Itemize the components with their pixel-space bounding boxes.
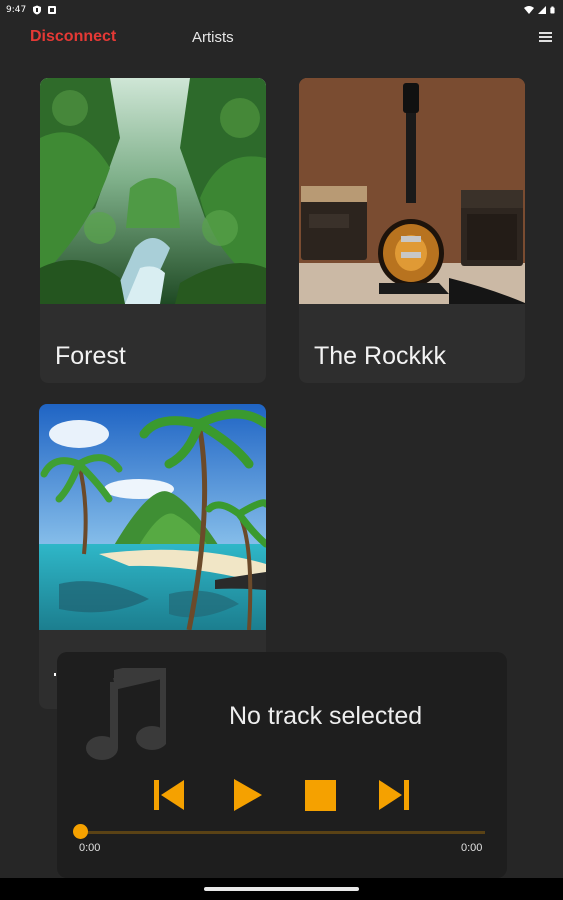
status-notification-icons: [32, 5, 57, 15]
progress-slider-track[interactable]: [81, 831, 485, 834]
home-gesture-handle[interactable]: [204, 887, 359, 891]
disconnect-button[interactable]: Disconnect: [30, 28, 116, 46]
shield-icon: [33, 5, 42, 15]
app-screen: 9:47 Disconnect Artists Forest The Rockk…: [0, 0, 563, 900]
stop-button[interactable]: [303, 776, 339, 814]
artists-tab[interactable]: Artists: [192, 29, 234, 46]
skip-previous-button[interactable]: [151, 776, 187, 814]
tropical-island-beach-artwork: [39, 404, 266, 630]
total-time: 0:00: [461, 842, 483, 854]
progress-slider-thumb[interactable]: [73, 824, 88, 839]
media-player-panel: No track selected 0:00 0:00: [57, 652, 507, 878]
status-system-icons: [524, 5, 557, 15]
top-app-bar: Disconnect Artists: [0, 20, 563, 56]
skip-next-button[interactable]: [376, 776, 412, 814]
music-note-icon: [86, 668, 166, 760]
wifi-icon: [524, 6, 534, 14]
signal-icon: [538, 6, 546, 14]
status-bar: 9:47: [0, 0, 563, 20]
jungle-river-artwork: [40, 78, 266, 304]
status-time: 9:47: [6, 5, 27, 15]
app-notification-icon: [48, 6, 57, 14]
skip-previous-icon: [154, 780, 184, 810]
album-card-the-rockkk[interactable]: The Rockkk: [299, 78, 525, 383]
track-title: No track selected: [229, 702, 423, 730]
play-icon: [234, 779, 262, 811]
play-button[interactable]: [229, 776, 265, 814]
system-navigation-bar: [0, 878, 563, 900]
album-card-forest[interactable]: Forest: [40, 78, 266, 383]
album-title: The Rockkk: [314, 342, 446, 370]
electric-guitar-amps-artwork: [299, 78, 525, 304]
stop-icon: [305, 780, 336, 811]
battery-icon: [550, 6, 555, 14]
album-title-fragment: [54, 673, 56, 676]
album-title: Forest: [55, 342, 126, 370]
current-time: 0:00: [79, 842, 101, 854]
skip-next-icon: [379, 780, 409, 810]
hamburger-menu-icon[interactable]: [539, 31, 552, 43]
